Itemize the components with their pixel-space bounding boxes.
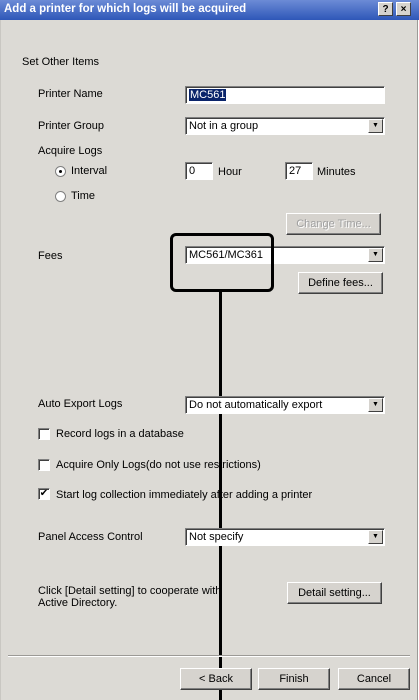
time-label: Time xyxy=(71,190,96,202)
back-button[interactable]: < Back xyxy=(180,668,252,690)
section-title: Set Other Items xyxy=(22,56,100,68)
detail-text-line1: Click [Detail setting] to cooperate with xyxy=(38,585,222,597)
printer-name-value: MC561 xyxy=(189,89,227,101)
window-title: Add a printer for which logs will be acq… xyxy=(4,3,247,15)
fees-label: Fees xyxy=(38,250,63,262)
acquire-logs-label: Acquire Logs xyxy=(38,145,103,157)
hour-value: 0 xyxy=(189,165,196,177)
printer-name-input[interactable]: MC561 xyxy=(185,86,385,104)
checkmark-icon: ✔ xyxy=(39,488,49,499)
detail-setting-button[interactable]: Detail setting... xyxy=(287,582,382,604)
callout-box xyxy=(170,233,274,292)
minutes-value: 27 xyxy=(289,165,302,177)
minutes-input[interactable]: 27 xyxy=(285,162,313,180)
printer-group-select[interactable]: Not in a group ▼ xyxy=(185,117,385,135)
auto-export-label: Auto Export Logs xyxy=(38,398,123,410)
acquire-only-logs-label: Acquire Only Logs(do not use restriction… xyxy=(56,459,261,471)
title-bar: Add a printer for which logs will be acq… xyxy=(0,0,419,20)
define-fees-button[interactable]: Define fees... xyxy=(298,272,383,294)
chevron-down-icon[interactable]: ▼ xyxy=(368,248,383,262)
record-logs-checkbox[interactable] xyxy=(38,428,50,440)
panel-access-value: Not specify xyxy=(189,531,244,543)
cancel-button[interactable]: Cancel xyxy=(338,668,410,690)
printer-name-label: Printer Name xyxy=(38,88,103,100)
minutes-label: Minutes xyxy=(317,166,356,178)
finish-button[interactable]: Finish xyxy=(258,668,330,690)
panel-access-select[interactable]: Not specify ▼ xyxy=(185,528,385,546)
record-logs-label: Record logs in a database xyxy=(56,428,184,440)
chevron-down-icon[interactable]: ▼ xyxy=(368,530,383,544)
change-time-button[interactable]: Change Time... xyxy=(286,213,381,235)
printer-group-value: Not in a group xyxy=(189,120,259,132)
hour-input[interactable]: 0 xyxy=(185,162,213,180)
interval-radio[interactable] xyxy=(55,166,66,177)
detail-text-line2: Active Directory. xyxy=(38,597,118,609)
start-collection-label: Start log collection immediately after a… xyxy=(56,489,313,501)
hour-label: Hour xyxy=(218,166,242,178)
auto-export-value: Do not automatically export xyxy=(189,399,323,411)
start-collection-checkbox[interactable]: ✔ xyxy=(38,488,50,500)
panel-access-label: Panel Access Control xyxy=(38,531,143,543)
help-button[interactable]: ? xyxy=(378,2,393,16)
printer-group-label: Printer Group xyxy=(38,120,105,132)
chevron-down-icon[interactable]: ▼ xyxy=(368,119,383,133)
footer-separator xyxy=(8,655,410,657)
chevron-down-icon[interactable]: ▼ xyxy=(368,398,383,412)
acquire-only-logs-checkbox[interactable] xyxy=(38,459,50,471)
interval-label: Interval xyxy=(71,165,108,177)
close-button[interactable]: × xyxy=(396,2,411,16)
auto-export-select[interactable]: Do not automatically export ▼ xyxy=(185,396,385,414)
time-radio[interactable] xyxy=(55,191,66,202)
